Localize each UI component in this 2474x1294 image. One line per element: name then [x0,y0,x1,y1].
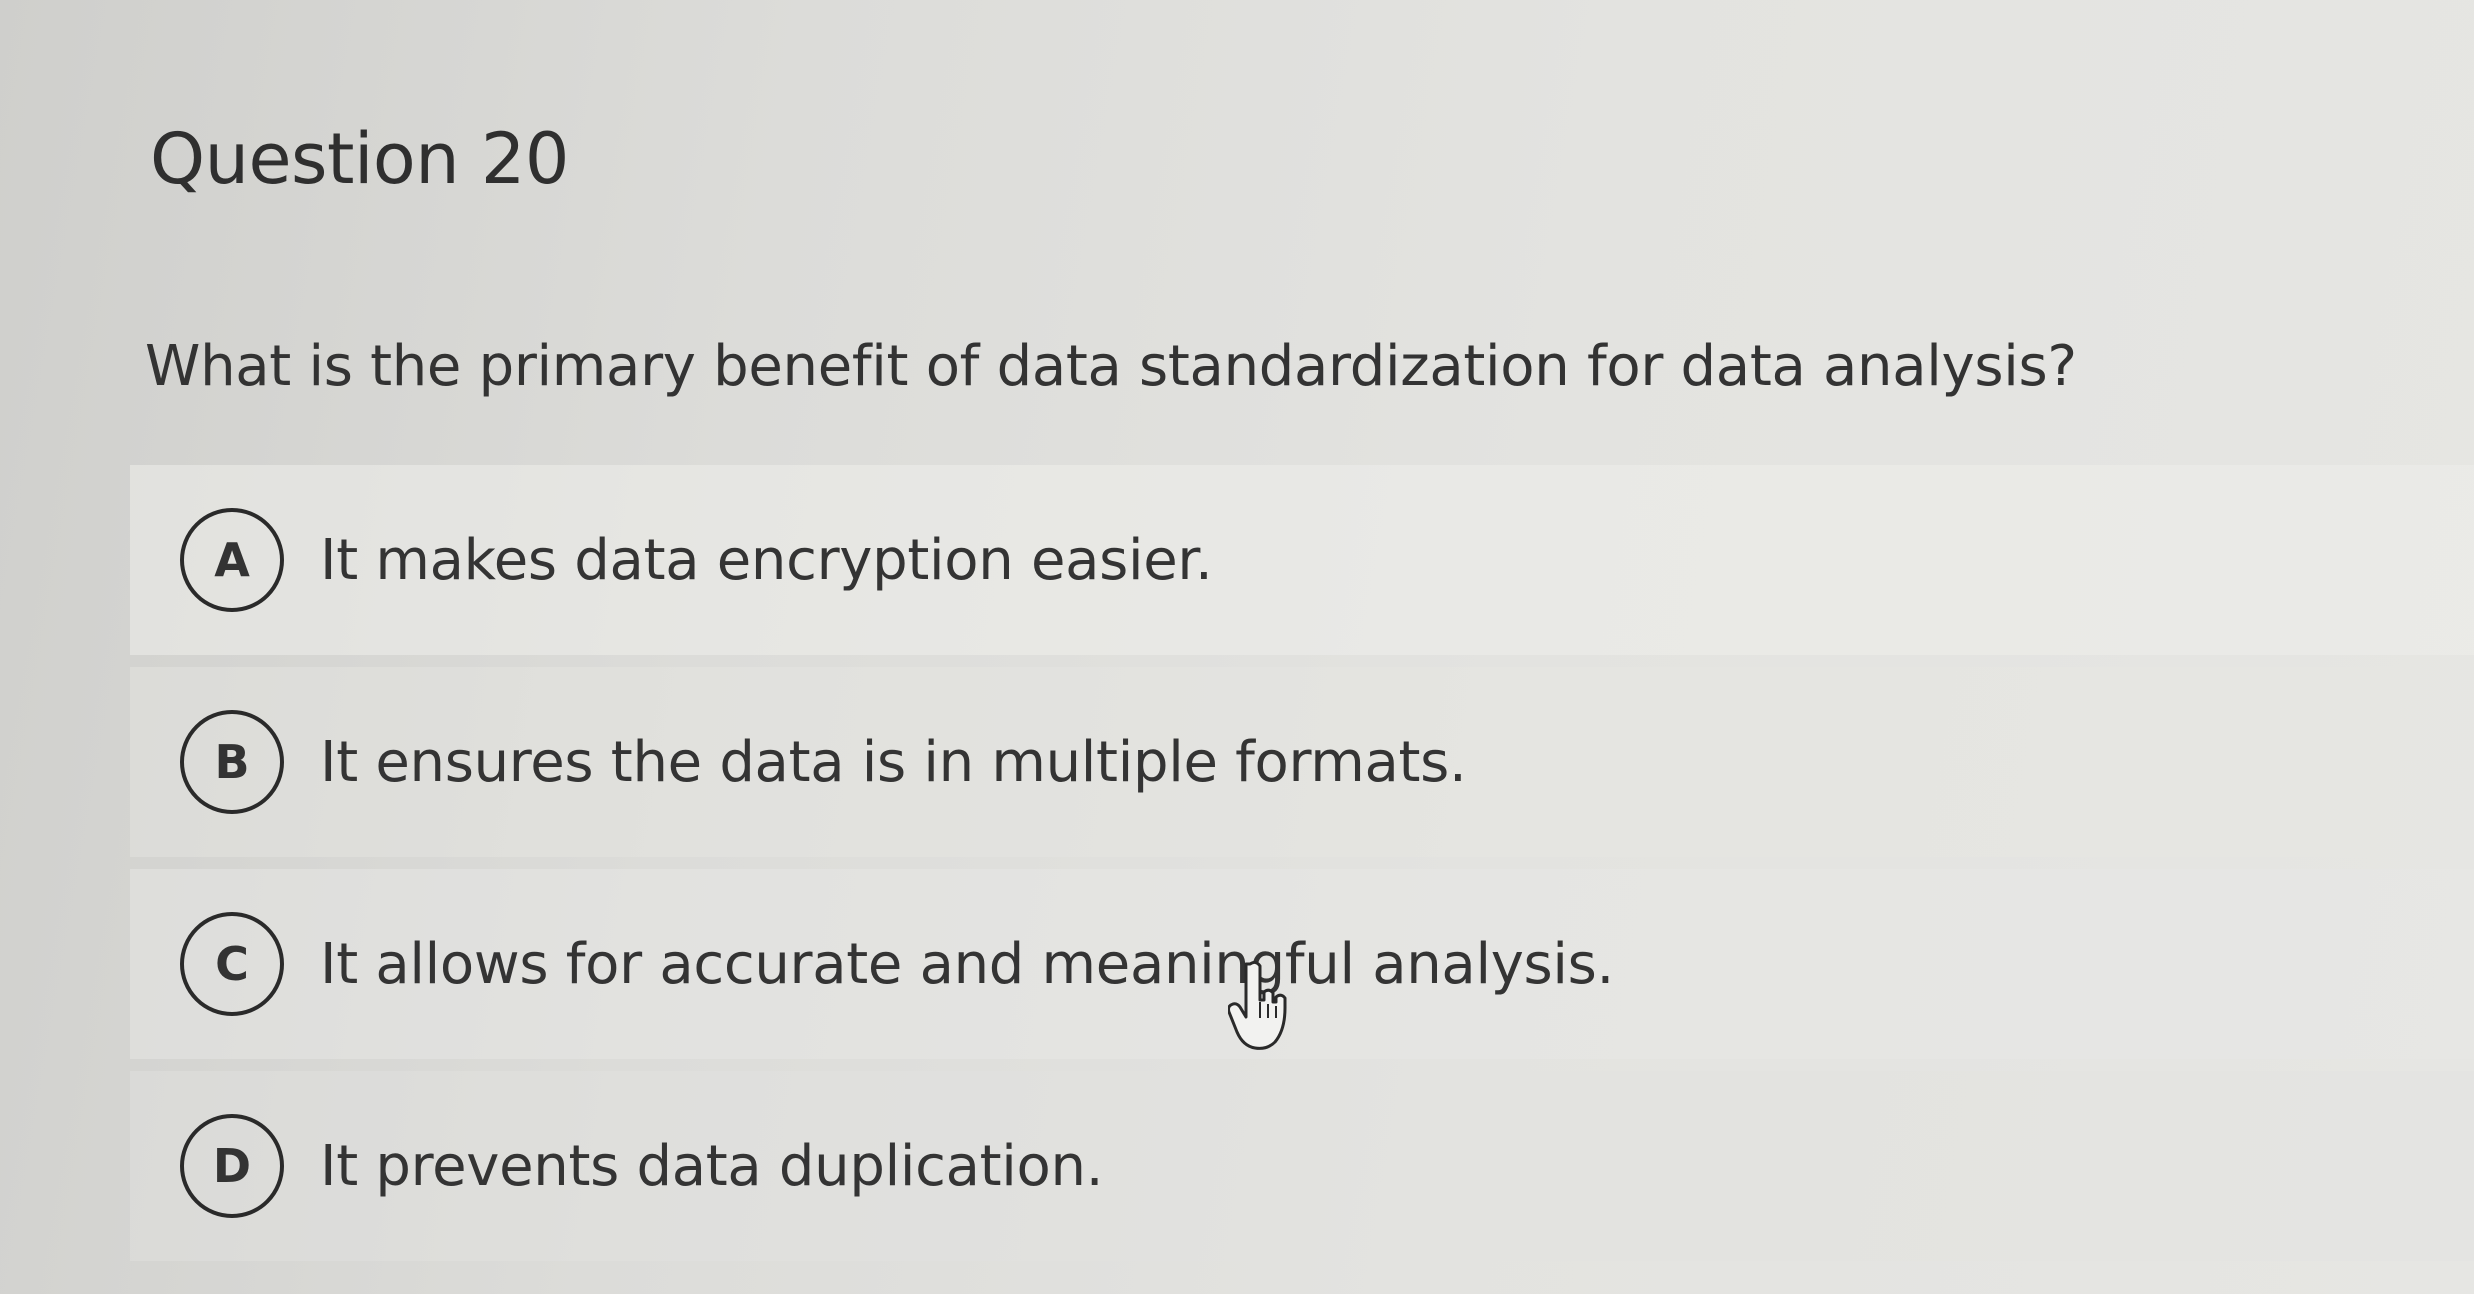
option-a-radio[interactable]: A [180,508,284,612]
option-a-label: It makes data encryption easier. [320,527,1213,593]
question-title: Question 20 [150,118,569,200]
option-c-label: It allows for accurate and meaningful an… [320,931,1615,997]
option-d[interactable]: D It prevents data duplication. [130,1071,2474,1261]
option-b[interactable]: B It ensures the data is in multiple for… [130,667,2474,857]
option-d-radio[interactable]: D [180,1114,284,1218]
option-b-label: It ensures the data is in multiple forma… [320,729,1467,795]
option-b-radio[interactable]: B [180,710,284,814]
answer-options: A It makes data encryption easier. B It … [130,465,2474,1273]
option-a[interactable]: A It makes data encryption easier. [130,465,2474,655]
option-c-radio[interactable]: C [180,912,284,1016]
hand-pointer-icon [1228,960,1287,1050]
option-d-label: It prevents data duplication. [320,1133,1104,1199]
question-text: What is the primary benefit of data stan… [145,334,2077,399]
quiz-page: Question 20 What is the primary benefit … [0,0,2474,1294]
option-c[interactable]: C It allows for accurate and meaningful … [130,869,2474,1059]
